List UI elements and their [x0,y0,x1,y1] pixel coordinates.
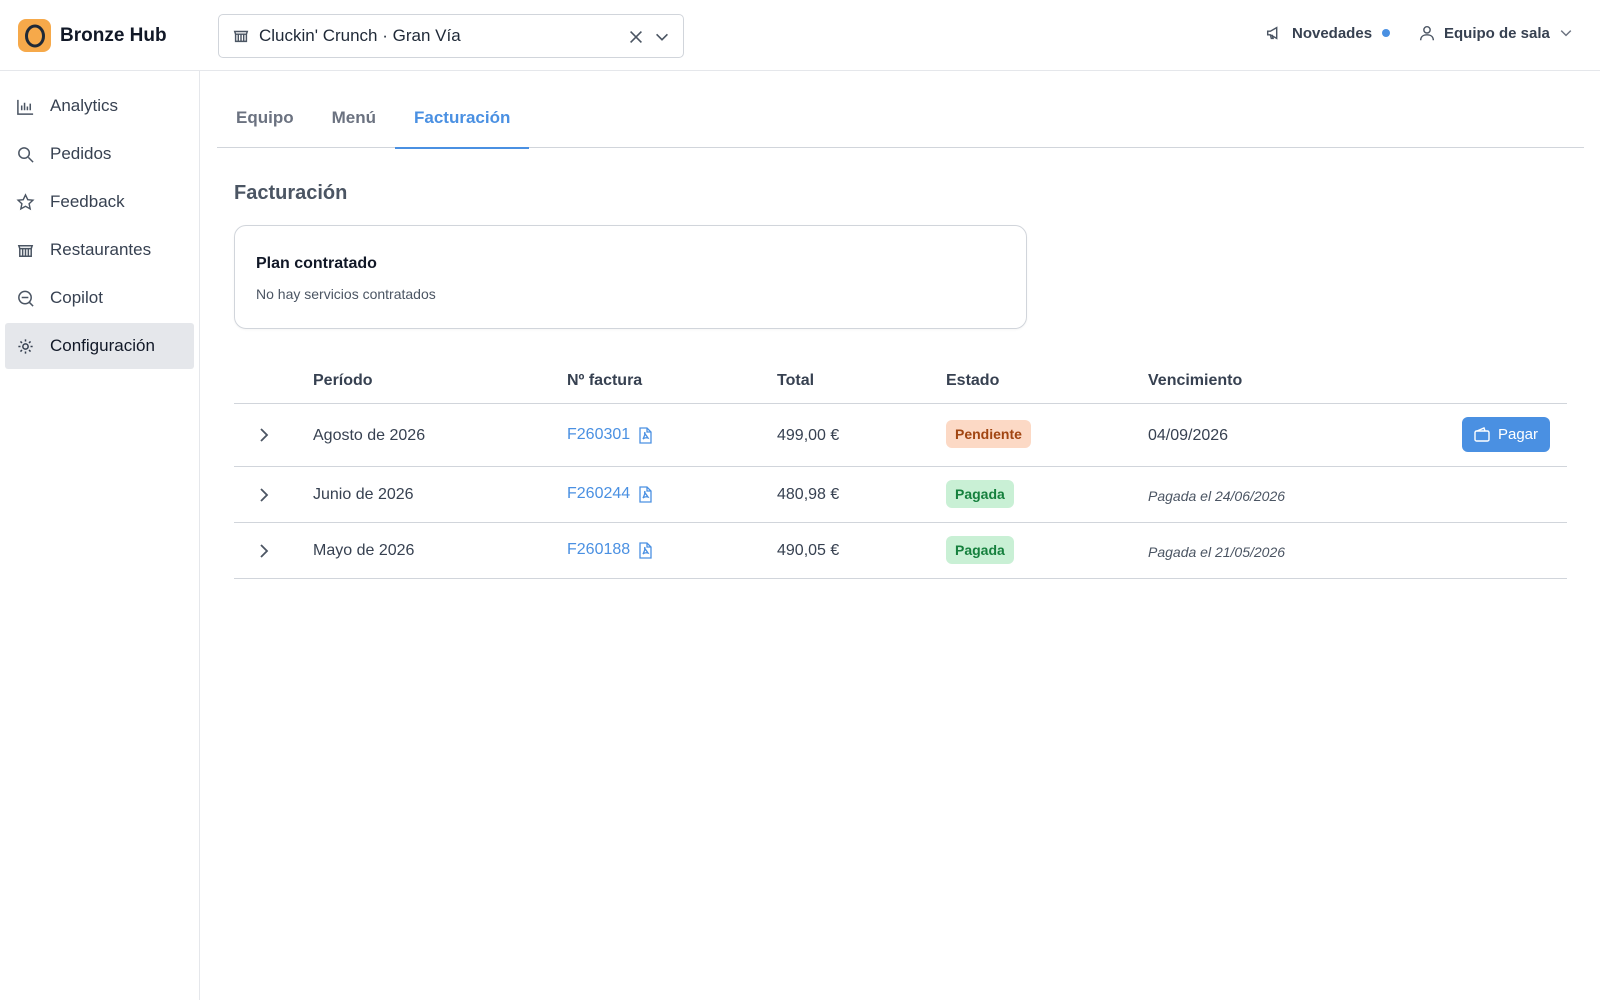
invoice-table: Período Nº factura Total Estado Vencimie… [234,362,1567,579]
sidebar-item-feedback[interactable]: Feedback [5,179,194,225]
star-icon [16,192,35,210]
table-row[interactable]: Mayo de 2026 F260188 490,05 € Pagada Pag… [234,523,1567,579]
sidebar-item-label: Configuración [50,336,155,355]
plan-description: No hay servicios contratados [256,286,436,302]
sidebar-item-pedidos[interactable]: Pedidos [5,131,194,177]
pdf-icon [639,426,652,444]
chevron-right-icon[interactable] [254,541,274,561]
news-label: Novedades [1292,24,1373,42]
pay-button-label: Pagar [1497,426,1538,443]
column-header-status: Estado [946,372,1000,389]
pdf-icon [639,485,652,503]
sidebar-item-configuracion[interactable]: Configuración [5,323,194,369]
gear-icon [18,338,33,354]
wallet-icon [1474,427,1490,442]
plan-title: Plan contratado [256,255,377,272]
restaurant-selector-value: Cluckin' Crunch · Gran Vía [259,26,461,45]
total-cell: 499,00 € [777,427,840,444]
status-badge: Pagada [946,536,1014,564]
close-icon[interactable] [627,28,645,46]
invoice-link[interactable]: F260301 [567,426,652,444]
column-header-due: Vencimiento [1148,372,1243,389]
due-date-cell: 04/09/2026 [1148,427,1229,444]
period-cell: Junio de 2026 [313,486,414,503]
sidebar-item-label: Feedback [50,192,125,211]
invoice-number: F260188 [567,541,631,558]
invoice-link[interactable]: F260188 [567,541,652,559]
store-icon [17,244,34,257]
chevron-down-icon[interactable] [653,28,671,46]
column-header-total: Total [777,372,815,389]
user-icon [1419,25,1435,41]
restaurant-selector[interactable]: Cluckin' Crunch · Gran Vía [218,14,684,58]
tab-menu[interactable]: Menú [313,96,395,148]
invoice-number: F260301 [567,426,631,443]
news-button[interactable]: Novedades [1265,24,1391,42]
user-label: Equipo de sala [1444,24,1550,42]
page-title: Facturación [234,182,348,204]
plan-card: Plan contratado No hay servicios contrat… [234,225,1027,329]
total-cell: 480,98 € [777,486,840,503]
app-name: Bronze Hub [60,24,167,46]
sidebar-item-label: Copilot [50,288,103,307]
news-indicator-dot [1382,29,1391,37]
pay-button[interactable]: Pagar [1461,417,1550,452]
chevron-down-icon [1560,30,1572,37]
app-logo-icon [18,19,51,52]
search-icon [18,146,34,163]
sidebar: Analytics Pedidos Feedback Restaurantes … [0,71,200,1000]
tab-facturacion[interactable]: Facturación [395,96,530,149]
due-date-cell: Pagada el 21/05/2026 [1148,544,1286,560]
top-bar: Bronze Hub Cluckin' Crunch · Gran Vía No… [0,0,1600,71]
column-header-period: Período [313,372,373,389]
total-cell: 490,05 € [777,542,840,559]
tab-equipo[interactable]: Equipo [217,96,313,148]
period-cell: Agosto de 2026 [313,427,426,444]
megaphone-icon [1266,26,1278,40]
table-row[interactable]: Junio de 2026 F260244 480,98 € Pagada Pa… [234,467,1567,523]
due-date-cell: Pagada el 24/06/2026 [1148,488,1286,504]
period-cell: Mayo de 2026 [313,542,415,559]
store-icon [233,30,249,43]
status-badge: Pendiente [946,420,1031,448]
settings-tabs: Equipo Menú Facturación [217,96,1584,149]
user-menu[interactable]: Equipo de sala [1418,24,1574,42]
pdf-icon [639,541,652,559]
table-row[interactable]: Agosto de 2026 F260301 499,00 € Pendient… [234,404,1567,467]
sidebar-item-label: Pedidos [50,144,112,163]
invoice-link[interactable]: F260244 [567,485,652,503]
sidebar-item-label: Restaurantes [50,240,152,259]
brand[interactable]: Bronze Hub [18,19,167,52]
chevron-right-icon[interactable] [254,485,274,505]
sidebar-item-analytics[interactable]: Analytics [5,83,194,129]
chat-icon [18,290,34,307]
table-header: Período Nº factura Total Estado Vencimie… [234,362,1567,404]
invoice-number: F260244 [567,485,631,502]
column-header-invoice: Nº factura [567,372,643,389]
bar-chart-icon [17,99,34,115]
sidebar-item-copilot[interactable]: Copilot [5,275,194,321]
status-badge: Pagada [946,480,1014,508]
chevron-right-icon[interactable] [254,425,274,445]
sidebar-item-label: Analytics [50,96,119,115]
sidebar-item-restaurantes[interactable]: Restaurantes [5,227,194,273]
